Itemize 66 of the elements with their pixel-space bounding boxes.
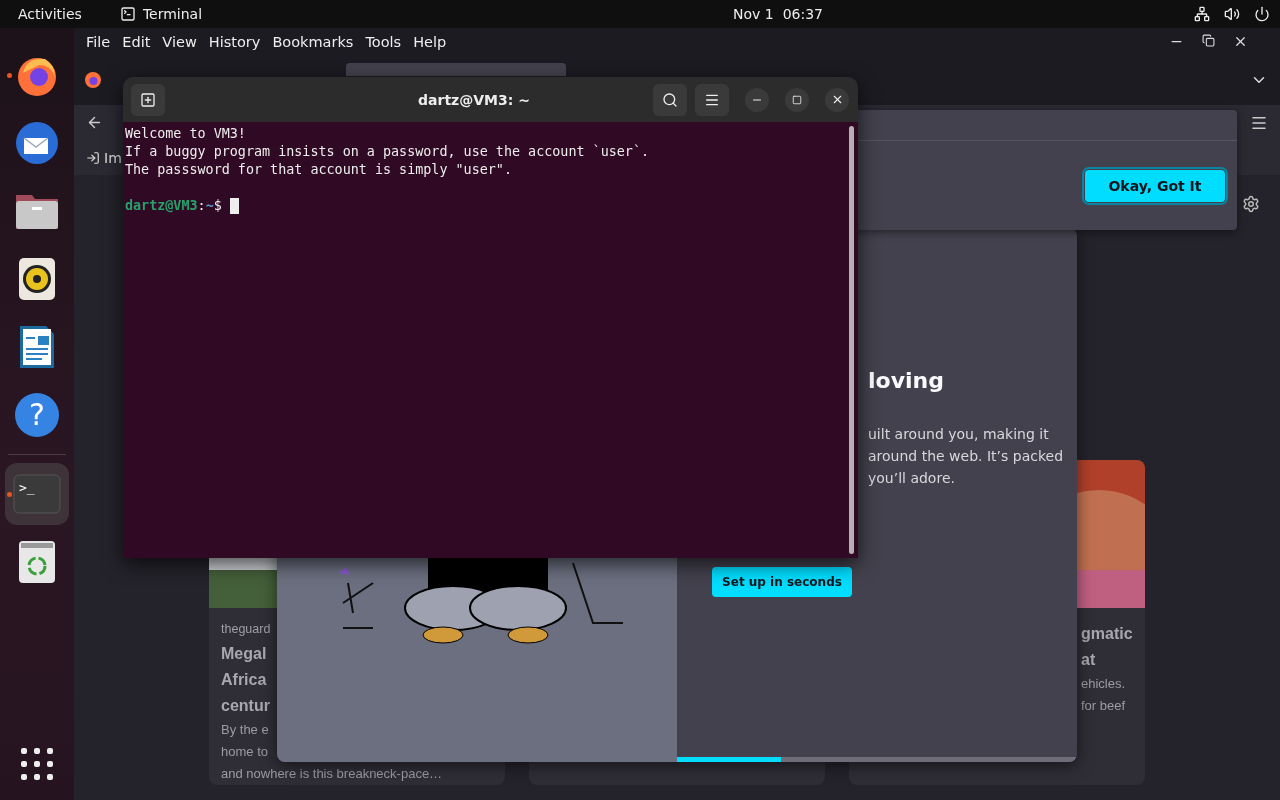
speaker-icon [18,257,56,301]
setup-button[interactable]: Set up in seconds [712,567,852,597]
maximize-icon [792,94,802,105]
new-tab-button[interactable] [131,83,165,116]
search-icon [662,91,678,108]
terminal-icon [119,6,136,22]
dialog-title: loving [868,368,944,393]
prompt-path: ~ [205,197,214,215]
menu-item[interactable]: Help [407,33,453,50]
document-icon [18,324,56,370]
scrollbar[interactable] [849,126,854,554]
search-button[interactable] [653,83,687,116]
menu-item[interactable]: File [80,33,117,50]
dock-item[interactable]: >_ [5,463,69,525]
window-title: dartz@VM3: ~ [417,91,531,108]
terminal-line: The passsword for that account is simply "user". [125,161,513,179]
restore-icon[interactable] [1202,34,1215,47]
prompt-separator: : [197,197,206,215]
menu-item[interactable]: View [156,33,203,50]
maximize-button[interactable] [785,87,809,112]
card-title: Africa [221,670,267,690]
dialog-text: you’ll adore. [868,469,955,488]
okay-button[interactable]: Okay, Got It [1085,170,1225,202]
new-tab-icon [140,91,156,108]
card-title: at [1081,650,1096,670]
card-text: By the e [221,721,269,739]
activities-button[interactable]: Activities [18,6,82,22]
dialog-text: around the web. It’s packed [868,447,1064,466]
settings-icon[interactable] [1242,195,1260,213]
close-button[interactable] [825,87,849,112]
menu-button[interactable] [695,83,729,116]
clock[interactable]: Nov 1 06:37 [573,6,823,22]
minimize-button[interactable] [745,87,769,112]
mail-bird-icon [14,120,60,166]
card-text: for beef [1081,697,1126,715]
prompt-user: dartz@VM3 [125,197,198,215]
network-icon[interactable] [1194,6,1210,22]
card-title: centur [221,696,270,716]
firefox-icon[interactable] [84,71,102,89]
card-text: home to [221,743,268,761]
menu-item[interactable]: Bookmarks [266,33,360,50]
card-title: Megal [221,644,267,664]
prompt-symbol: $ [213,197,222,215]
card-text: ehicles. [1081,675,1126,693]
app-grid-icon[interactable] [21,748,53,780]
dock-item[interactable]: ? [5,384,69,446]
power-icon[interactable] [1254,6,1270,22]
terminal-icon: >_ [13,474,61,514]
terminal-line: Welcome to VM3! [125,125,247,143]
dialog-text: uilt around you, making it [868,425,1049,444]
card-text: and nowhere is this breakneck-pace… [221,765,443,783]
app-menu[interactable]: Terminal [142,6,203,22]
close-icon[interactable] [1233,34,1248,49]
card-source: theguard [221,622,271,636]
menu-item[interactable]: Tools [359,33,408,50]
menu-item[interactable]: Edit [116,33,157,50]
import-icon [86,150,100,165]
help-icon: ? [14,392,60,438]
bookmark-item[interactable]: Im [86,149,122,166]
trash-icon [18,540,56,584]
back-icon[interactable] [86,114,103,131]
text-cursor [229,198,239,214]
terminal-line: If a buggy program insists on a password, use the account `user`. [125,143,651,161]
card-title: gmatic [1081,624,1133,644]
menu-item[interactable]: History [202,33,267,50]
volume-icon[interactable] [1224,6,1240,22]
